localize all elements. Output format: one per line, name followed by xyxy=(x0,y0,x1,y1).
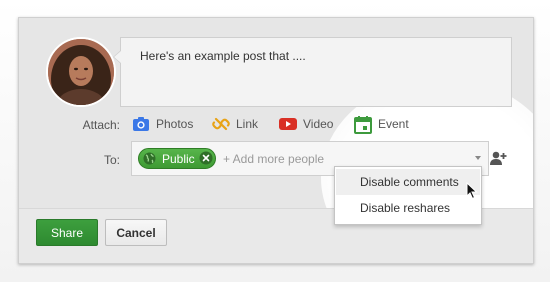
attach-photos-label: Photos xyxy=(156,117,194,131)
attach-video-button[interactable]: Video xyxy=(279,114,333,134)
public-chip-label: Public xyxy=(162,152,195,166)
add-person-icon[interactable] xyxy=(489,150,507,166)
attach-photos-button[interactable]: Photos xyxy=(132,114,193,134)
post-text: Here's an example post that .... xyxy=(140,49,306,63)
menu-item-disable-comments[interactable]: Disable comments xyxy=(336,169,480,195)
menu-item-disable-reshares[interactable]: Disable reshares xyxy=(336,195,480,221)
cancel-button[interactable]: Cancel xyxy=(105,219,167,246)
options-dropdown-menu: Disable comments Disable reshares xyxy=(334,166,482,225)
link-icon xyxy=(212,116,230,132)
remove-chip-icon[interactable] xyxy=(199,151,213,165)
post-input[interactable]: Here's an example post that .... xyxy=(113,37,512,107)
attach-label: Attach: xyxy=(82,118,120,132)
attach-link-button[interactable]: Link xyxy=(212,114,258,134)
chevron-down-icon[interactable] xyxy=(475,156,481,160)
attach-event-button[interactable]: Event xyxy=(354,114,409,134)
to-label: To: xyxy=(103,153,120,167)
screenshot-frame: Here's an example post that .... Attach:… xyxy=(0,0,550,282)
attach-event-label: Event xyxy=(378,117,409,131)
share-button[interactable]: Share xyxy=(36,219,98,246)
avatar xyxy=(46,37,116,107)
calendar-icon xyxy=(354,116,372,134)
youtube-icon xyxy=(279,116,297,132)
globe-icon xyxy=(143,152,156,165)
attach-video-label: Video xyxy=(303,117,334,131)
camera-icon xyxy=(132,116,150,132)
add-more-people-input[interactable]: + Add more people xyxy=(223,152,324,166)
attach-link-label: Link xyxy=(236,117,259,131)
share-box: Here's an example post that .... Attach:… xyxy=(18,17,534,264)
mouse-cursor-icon xyxy=(466,181,478,200)
public-chip[interactable]: Public xyxy=(138,148,216,169)
